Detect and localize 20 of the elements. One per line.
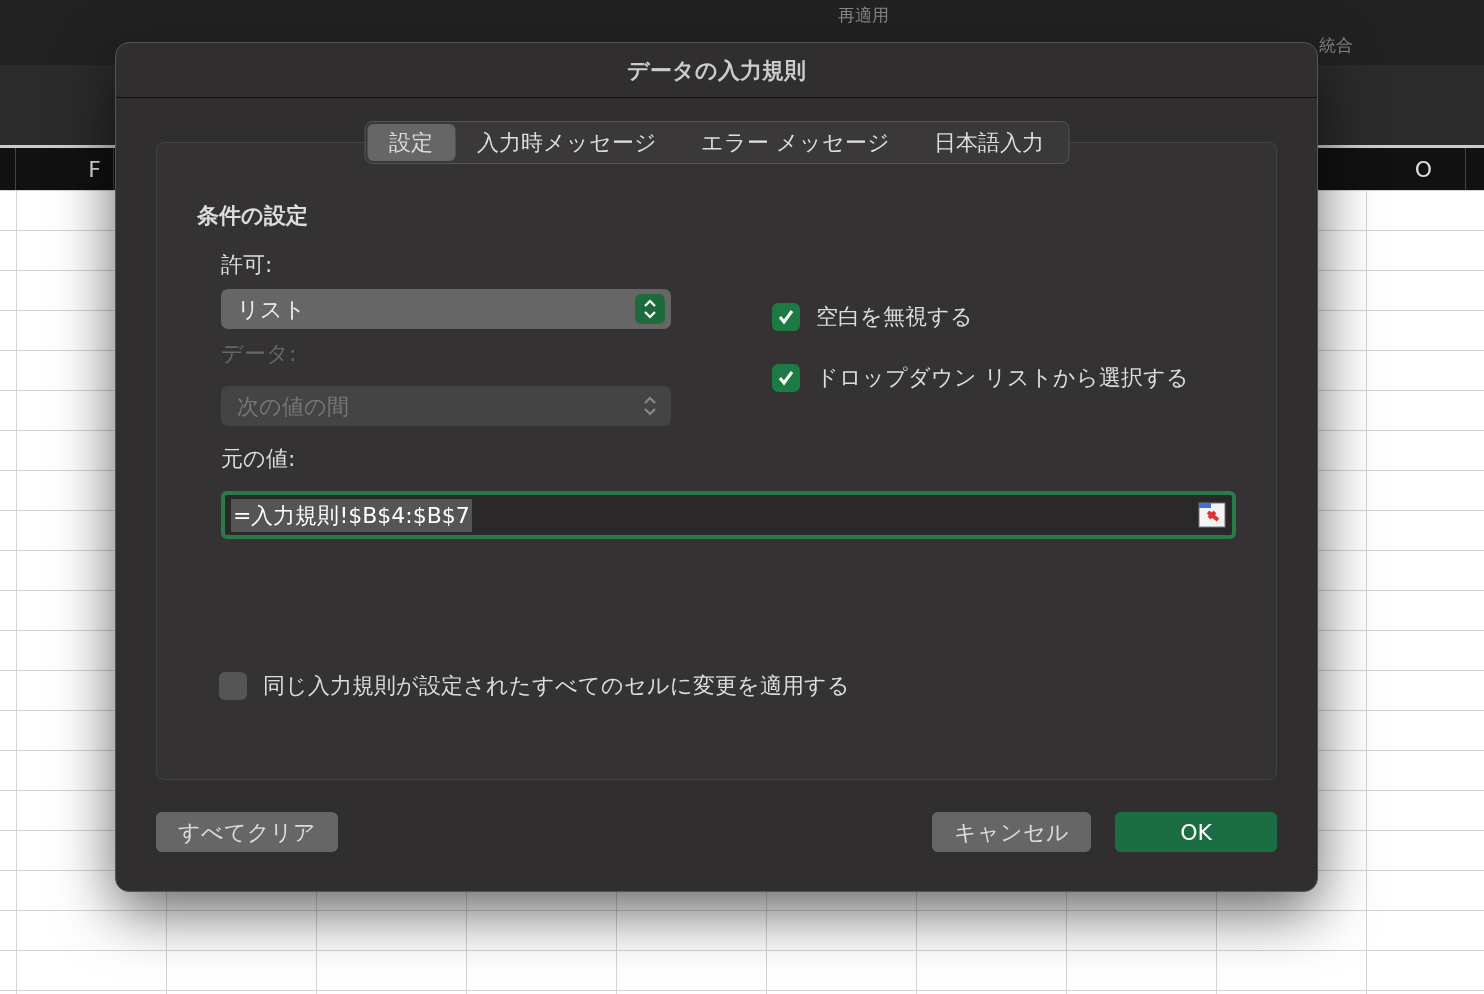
clear-all-button[interactable]: すべてクリア [156,812,338,852]
checkbox-label: 同じ入力規則が設定されたすべてのセルに変更を適用する [263,672,850,700]
checkbox-label: ドロップダウン リストから選択する [816,364,1189,392]
ribbon-button[interactable]: 統合 [1319,33,1353,59]
dialog-title: データの入力規則 [116,43,1317,98]
checkbox-label: 空白を無視する [816,303,973,331]
checkbox[interactable] [772,363,800,392]
checkbox[interactable] [772,302,800,331]
source-field[interactable]: =入力規則!$B$4:$B$7 [221,491,1236,539]
chevron-icon [635,294,665,324]
field-label: 許可: [221,251,274,279]
range-select-icon[interactable] [1198,502,1226,528]
tab[interactable]: 設定 [367,124,455,161]
ok-button[interactable]: OK [1115,812,1277,852]
dropdown[interactable]: リスト [221,289,671,329]
ribbon-button[interactable]: 再適用 [838,3,889,29]
section-title: 条件の設定 [197,202,309,230]
field-label: 元の値: [221,445,297,473]
checkbox[interactable] [219,671,247,700]
cancel-button[interactable]: キャンセル [932,812,1091,852]
